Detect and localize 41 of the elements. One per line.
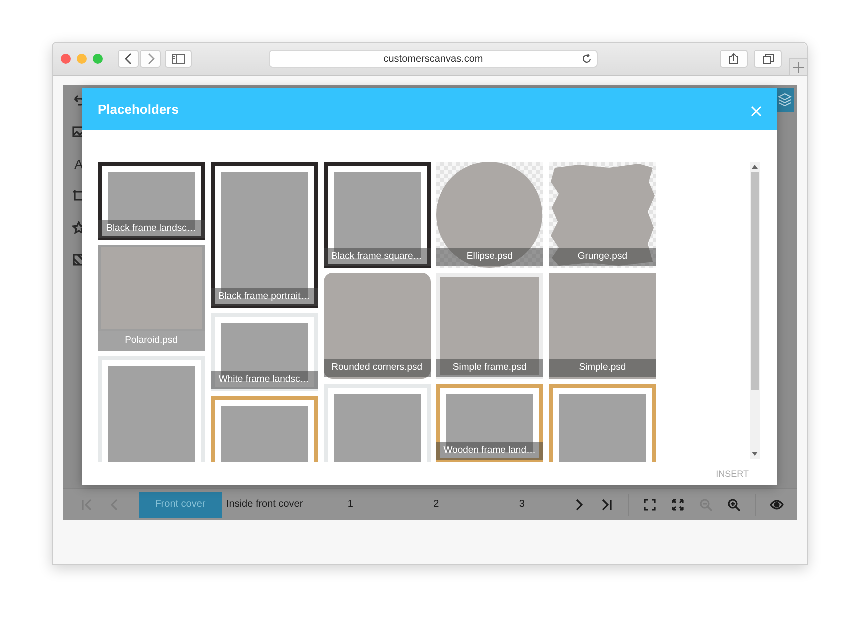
close-icon <box>751 106 762 116</box>
placeholder-tile[interactable]: White frame landsc… <box>210 313 318 391</box>
placeholder-tile[interactable]: Black frame portrait… <box>210 162 318 308</box>
chevron-right-icon <box>146 53 156 65</box>
fullscreen-icon <box>671 498 686 512</box>
share-button[interactable] <box>720 50 748 68</box>
layers-button[interactable] <box>776 88 794 112</box>
reload-icon[interactable] <box>582 54 592 64</box>
page-tab[interactable]: Inside front cover <box>222 492 308 518</box>
sidebar-icon <box>172 54 185 64</box>
page-tab[interactable]: 2 <box>394 492 480 518</box>
plus-icon <box>793 62 804 72</box>
dialog-title: Placeholders <box>98 102 179 116</box>
placeholder-tile[interactable]: Ellipse.psd <box>436 162 544 268</box>
new-tab-button[interactable] <box>789 58 808 76</box>
placeholder-tile[interactable]: Black frame square… <box>324 162 431 268</box>
chevron-left-icon <box>124 53 134 65</box>
placeholder-tile[interactable]: Grunge.psd <box>549 162 656 268</box>
address-field[interactable]: customerscanvas.com <box>269 50 598 68</box>
fit-icon <box>643 498 658 512</box>
back-button[interactable] <box>118 50 139 68</box>
eye-icon <box>770 498 784 512</box>
scrollbar-thumb[interactable] <box>751 172 759 390</box>
share-icon <box>729 53 739 65</box>
page-tab[interactable]: 1 <box>308 492 394 518</box>
scroll-down-icon[interactable] <box>752 452 758 456</box>
placeholder-tile[interactable]: Simple frame.psd <box>436 273 544 379</box>
page-tab[interactable]: 3 <box>479 492 566 518</box>
placeholder-tile[interactable]: Rounded corners.psd <box>324 273 431 379</box>
tabs-button[interactable] <box>754 50 782 68</box>
placeholder-tile[interactable]: Wooden frame land… <box>436 384 544 462</box>
layers-icon <box>778 93 792 107</box>
scrollbar[interactable] <box>750 162 760 459</box>
placeholder-tile[interactable]: Black frame landsc… <box>98 162 205 240</box>
sidebar-button[interactable] <box>165 50 192 68</box>
tabs-icon <box>762 54 774 64</box>
placeholder-tile[interactable]: Simple.psd <box>549 273 656 379</box>
zoom-in-icon <box>727 498 742 512</box>
last-page-icon <box>600 498 614 512</box>
placeholder-tile[interactable]: Polaroid.psd <box>98 245 205 351</box>
placeholder-tile[interactable] <box>98 356 205 462</box>
